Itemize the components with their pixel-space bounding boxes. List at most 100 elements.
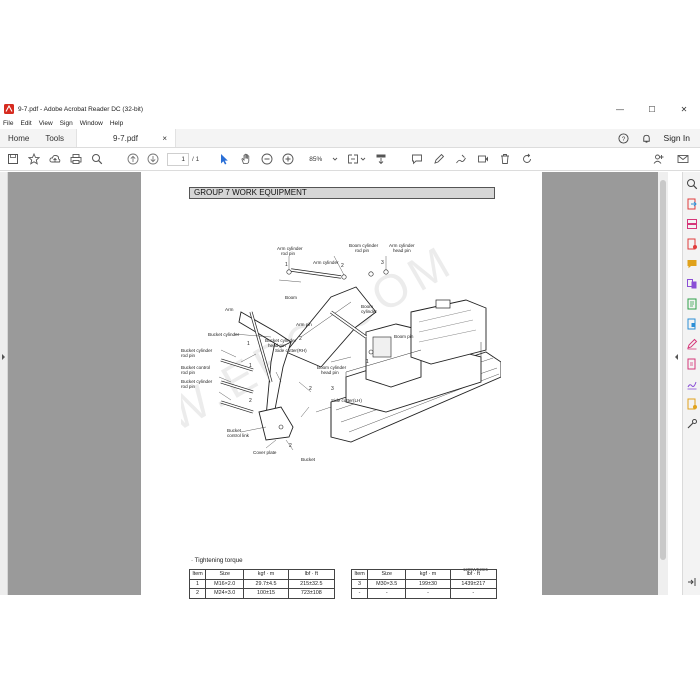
search-icon[interactable] — [90, 152, 104, 166]
print-icon[interactable] — [69, 152, 83, 166]
callout-number: 1 — [366, 359, 369, 365]
tab-tools[interactable]: Tools — [37, 129, 72, 147]
main-toolbar: 1 / 1 85% — [0, 148, 700, 171]
maximize-button[interactable]: ☐ — [636, 100, 668, 118]
label-arm-cyl-head-pin-2: head pin — [393, 248, 411, 253]
callout-number: 3 — [381, 260, 384, 266]
comment-icon[interactable] — [410, 152, 424, 166]
help-icon[interactable]: ? — [617, 132, 629, 144]
document-view[interactable]: GROUP 7 WORK EQUIPMENT WWW.EPO.COM — [8, 172, 658, 599]
label-arm-cyl-rod-pin-2: rod pin — [281, 251, 295, 256]
zoom-in-icon[interactable] — [281, 152, 295, 166]
callout-number: 2 — [299, 336, 302, 342]
window-title: 9-7.pdf - Adobe Acrobat Reader DC (32-bi… — [18, 105, 144, 113]
callout-number: 2 — [249, 398, 252, 404]
page-heading: GROUP 7 WORK EQUIPMENT — [189, 187, 495, 199]
tab-home[interactable]: Home — [0, 129, 37, 147]
left-panel-toggle[interactable] — [0, 172, 8, 595]
label-bucket-cyl-rod-pin-b-2: rod pin — [181, 384, 195, 389]
excavator-work-equipment-diagram: WWW.EPO.COM — [181, 242, 501, 472]
page-fit-icon[interactable] — [346, 152, 360, 166]
protect-icon[interactable] — [686, 318, 698, 330]
callout-number: 2 — [289, 443, 292, 449]
request-signature-icon[interactable] — [686, 378, 698, 390]
scan-ocr-icon[interactable] — [686, 298, 698, 310]
fill-sign-icon[interactable] — [686, 338, 698, 350]
close-button[interactable]: ✕ — [668, 100, 700, 118]
organize-pages-icon[interactable] — [686, 218, 698, 230]
callout-number: 1 — [249, 363, 252, 369]
page-number-input[interactable]: 1 — [167, 152, 189, 166]
menu-window[interactable]: Window — [80, 120, 103, 127]
title-bar: 9-7.pdf - Adobe Acrobat Reader DC (32-bi… — [0, 100, 700, 118]
label-boom: Boom — [285, 295, 297, 300]
zoom-level-select[interactable]: 85% — [302, 153, 332, 166]
select-pointer-icon[interactable] — [217, 152, 231, 166]
label-boom-pin: Boom pin — [394, 334, 414, 339]
comment-tool-icon[interactable] — [686, 258, 698, 270]
tab-document[interactable]: 9-7.pdf × — [76, 129, 177, 147]
menu-help[interactable]: Help — [110, 120, 123, 127]
draw-icon[interactable] — [454, 152, 468, 166]
menu-bar: File Edit View Sign Window Help — [0, 118, 700, 129]
figure-code: 1209WE26I5 — [463, 567, 488, 572]
rotate-icon[interactable] — [520, 152, 534, 166]
page-up-icon[interactable] — [126, 152, 140, 166]
menu-edit[interactable]: Edit — [20, 120, 31, 127]
acrobat-window: 9-7.pdf - Adobe Acrobat Reader DC (32-bi… — [0, 100, 700, 599]
callout-number: 3 — [331, 386, 334, 392]
right-tools-panel — [682, 172, 700, 595]
collapse-panel-icon[interactable] — [686, 576, 698, 588]
pdf-page: GROUP 7 WORK EQUIPMENT WWW.EPO.COM — [141, 172, 542, 595]
hand-tool-icon[interactable] — [239, 152, 253, 166]
bookmark-star-icon[interactable] — [27, 152, 41, 166]
label-cover-plate: Cover plate — [253, 450, 277, 455]
stamp-icon[interactable] — [476, 152, 490, 166]
label-arm-cylinder: Arm cylinder — [313, 260, 339, 265]
label-bucket-control-link-2: control link — [227, 433, 250, 438]
zoom-out-icon[interactable] — [260, 152, 274, 166]
send-for-review-icon[interactable] — [686, 398, 698, 410]
callout-number: 1 — [285, 262, 288, 268]
menu-file[interactable]: File — [3, 120, 13, 127]
tab-bar: Home Tools 9-7.pdf × ? Sign In — [0, 129, 700, 148]
vertical-scrollbar[interactable] — [658, 172, 668, 595]
label-side-cutter-rh: Side cutter(RH) — [275, 348, 307, 353]
menu-view[interactable]: View — [39, 120, 53, 127]
label-arm: Arm — [225, 307, 234, 312]
callout-number: 1 — [247, 341, 250, 347]
chevron-left-icon[interactable] — [672, 352, 680, 362]
scrollbar-thumb[interactable] — [660, 180, 666, 560]
sign-in-link[interactable]: Sign In — [664, 133, 690, 143]
upload-cloud-icon[interactable] — [48, 152, 62, 166]
search-zoom-icon[interactable] — [686, 178, 698, 190]
scroll-mode-icon[interactable] — [374, 152, 388, 166]
tab-document-label: 9-7.pdf — [113, 133, 138, 143]
chevron-down-icon[interactable] — [332, 156, 338, 162]
label-arm-pin: Arm pin — [296, 322, 312, 327]
save-icon[interactable] — [6, 152, 20, 166]
tab-close-icon[interactable]: × — [162, 134, 167, 143]
bell-icon[interactable] — [641, 133, 652, 144]
page-total: / 1 — [192, 155, 200, 163]
acrobat-logo-icon — [4, 104, 14, 114]
label-bucket: Bucket — [301, 457, 316, 462]
page-down-icon[interactable] — [146, 152, 160, 166]
more-tools-icon[interactable] — [686, 418, 698, 430]
combine-files-icon[interactable] — [686, 278, 698, 290]
menu-sign[interactable]: Sign — [60, 120, 73, 127]
minimize-button[interactable]: — — [604, 100, 636, 118]
delete-icon[interactable] — [498, 152, 512, 166]
label-bucket-cyl-rod-pin-2: rod pin — [181, 353, 195, 358]
chevron-right-icon[interactable] — [0, 352, 8, 362]
create-pdf-icon[interactable] — [686, 238, 698, 250]
callout-number: 2 — [341, 263, 344, 269]
export-pdf-icon[interactable] — [686, 198, 698, 210]
edit-pdf-icon[interactable] — [686, 358, 698, 370]
label-boom-cyl-head-pin-2: head pin — [321, 370, 339, 375]
chevron-down-icon[interactable] — [360, 156, 366, 162]
email-icon[interactable] — [676, 152, 690, 166]
highlight-pen-icon[interactable] — [432, 152, 446, 166]
share-user-icon[interactable] — [652, 152, 666, 166]
label-bucket-cylinder: Bucket cylinder — [208, 332, 240, 337]
